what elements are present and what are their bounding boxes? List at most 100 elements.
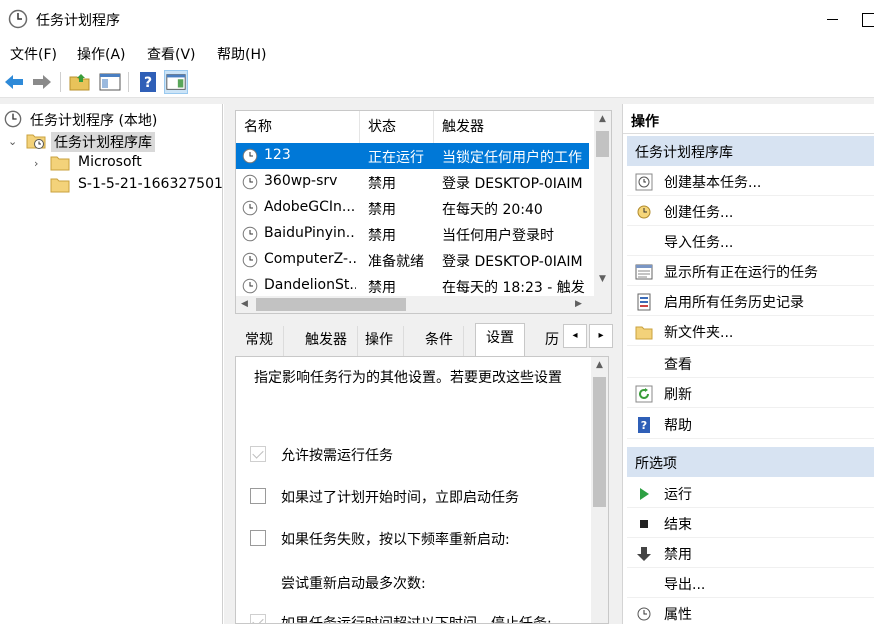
table-row[interactable]: BaiduPinyin... 禁用 当任何用户登录时 — [236, 221, 589, 247]
table-row[interactable]: 123 正在运行 当锁定任何用户的工作 — [236, 143, 589, 169]
action-end[interactable]: 结束 — [627, 508, 874, 538]
clock-app-icon — [8, 9, 28, 29]
minimize-button[interactable] — [818, 0, 848, 39]
section-header-label: 任务计划程序库 — [635, 145, 733, 161]
action-refresh[interactable]: 刷新 — [627, 378, 874, 408]
action-new-folder[interactable]: 新文件夹... — [627, 316, 874, 346]
window-title: 任务计划程序 — [36, 13, 120, 29]
tab-scroll-right-icon[interactable]: ▸ — [589, 324, 613, 348]
tab-actions[interactable]: 操作 — [355, 326, 404, 356]
action-run[interactable]: 运行 — [627, 478, 874, 508]
scrollbar-thumb[interactable] — [593, 377, 606, 507]
task-clock-icon — [242, 278, 258, 294]
tab-scroll-buttons: ◂ ▸ — [563, 324, 615, 350]
vertical-scrollbar[interactable]: ▲ ▼ — [594, 111, 611, 296]
menu-help[interactable]: 帮助(H) — [217, 44, 266, 64]
section-header-library[interactable]: 任务计划程序库 — [627, 136, 874, 166]
action-show-running-tasks[interactable]: 显示所有正在运行的任务 — [627, 256, 874, 286]
section-header-label: 所选项 — [635, 456, 677, 472]
up-folder-icon[interactable] — [68, 70, 92, 94]
show-hide-action-pane-icon[interactable] — [164, 70, 188, 94]
scrollbar-thumb[interactable] — [596, 131, 609, 157]
action-import-task[interactable]: 导入任务... — [627, 226, 874, 256]
tab-settings[interactable]: 设置 — [475, 323, 525, 356]
tab-general[interactable]: 常规 — [235, 326, 284, 356]
settings-tab-content: 指定影响任务行为的其他设置。若要更改这些设置 允许按需运行任务 如果过了计划开始… — [235, 356, 609, 624]
scroll-left-arrow-icon[interactable]: ◀ — [236, 296, 253, 313]
tab-scroll-left-icon[interactable]: ◂ — [563, 324, 587, 348]
tree-item-library[interactable]: ⌄ 任务计划程序库 — [0, 130, 222, 152]
menu-file[interactable]: 文件(F) — [10, 44, 57, 64]
vertical-scrollbar[interactable]: ▲ — [591, 357, 608, 623]
action-label: 创建任务... — [664, 205, 734, 221]
scroll-up-arrow-icon[interactable]: ▲ — [591, 357, 608, 374]
task-name: 123 — [264, 147, 291, 163]
show-hide-console-tree-icon[interactable] — [98, 70, 122, 94]
folder-icon — [50, 156, 70, 171]
tab-triggers[interactable]: 触发器 — [295, 326, 358, 356]
column-header-trigger[interactable]: 触发器 — [434, 111, 589, 143]
checkbox[interactable] — [250, 488, 266, 504]
tree-item-microsoft[interactable]: › Microsoft — [0, 152, 222, 174]
option-label: 尝试重新启动最多次数: — [281, 576, 426, 592]
task-clock-icon — [242, 148, 258, 164]
action-disable[interactable]: 禁用 — [627, 538, 874, 568]
option-label: 允许按需运行任务 — [281, 448, 393, 464]
clock-icon — [4, 110, 22, 128]
folder-icon — [50, 178, 70, 193]
column-header-name[interactable]: 名称 — [236, 111, 360, 143]
menu-view[interactable]: 查看(V) — [147, 44, 196, 64]
task-properties-pane: 常规 触发器 操作 条件 设置 历 ◂ ▸ 指定影响任务行为的其他设置。若要更改… — [229, 322, 617, 624]
menu-action[interactable]: 操作(A) — [77, 44, 126, 64]
action-create-task[interactable]: 创建任务... — [627, 196, 874, 226]
chevron-right-icon[interactable]: › — [34, 157, 38, 170]
action-help[interactable]: ? 帮助 — [627, 409, 874, 439]
forward-arrow-icon[interactable] — [30, 70, 54, 94]
tree-item-microsoft-label: Microsoft — [78, 154, 142, 170]
section-header-selected-item[interactable]: 所选项 — [627, 447, 874, 477]
settings-description: 指定影响任务行为的其他设置。若要更改这些设置 — [254, 370, 562, 386]
tree-item-root[interactable]: 任务计划程序 (本地) — [0, 108, 222, 130]
maximize-button[interactable] — [856, 0, 874, 39]
chevron-down-icon[interactable]: ⌄ — [8, 135, 17, 148]
new-folder-icon — [635, 326, 653, 340]
help-icon[interactable]: ? — [136, 70, 160, 94]
action-enable-history[interactable]: 启用所有任务历史记录 — [627, 286, 874, 316]
table-row[interactable]: ComputerZ-... 准备就绪 登录 DESKTOP-0IAIM — [236, 247, 589, 273]
checkbox[interactable] — [250, 530, 266, 546]
action-export[interactable]: 导出... — [627, 568, 874, 598]
back-arrow-icon[interactable] — [2, 70, 26, 94]
action-view[interactable]: 查看 — [627, 348, 874, 378]
toolbar-separator — [60, 72, 61, 92]
tree-item-sid-folder[interactable]: S-1-5-21-166327501 — [0, 174, 222, 196]
checkbox[interactable] — [250, 614, 266, 623]
scroll-up-arrow-icon[interactable]: ▲ — [594, 111, 611, 128]
splitter[interactable] — [229, 314, 617, 322]
svg-text:?: ? — [641, 419, 647, 432]
action-label: 属性 — [664, 607, 692, 623]
action-properties[interactable]: 属性 — [627, 598, 874, 624]
scrollbar-thumb[interactable] — [256, 298, 406, 311]
basic-task-wizard-icon — [635, 173, 653, 191]
task-status: 禁用 — [368, 280, 396, 296]
checkbox[interactable] — [250, 446, 266, 462]
task-name: DandelionSt... — [264, 277, 356, 293]
task-status: 准备就绪 — [368, 254, 424, 270]
tab-conditions[interactable]: 条件 — [415, 326, 464, 356]
running-tasks-icon — [635, 264, 653, 280]
tree-item-library-label: 任务计划程序库 — [51, 132, 155, 152]
action-label: 导出... — [664, 577, 706, 593]
scroll-right-arrow-icon[interactable]: ▶ — [570, 296, 587, 313]
task-trigger: 登录 DESKTOP-0IAIM — [442, 254, 583, 270]
scroll-down-arrow-icon[interactable]: ▼ — [594, 271, 611, 288]
action-label: 帮助 — [664, 418, 692, 434]
horizontal-scrollbar[interactable]: ◀ ▶ — [236, 296, 611, 313]
column-header-status[interactable]: 状态 — [360, 111, 434, 143]
table-row[interactable]: 360wp-srv 禁用 登录 DESKTOP-0IAIM — [236, 169, 589, 195]
task-name: AdobeGCIn... — [264, 199, 356, 215]
svg-text:?: ? — [144, 75, 152, 91]
actions-pane: 操作 任务计划程序库 创建基本任务... 创建任务... 导入任务... 显示所… — [622, 104, 874, 624]
action-create-basic-task[interactable]: 创建基本任务... — [627, 166, 874, 196]
table-row[interactable]: AdobeGCIn... 禁用 在每天的 20:40 — [236, 195, 589, 221]
toolbar: ? — [0, 68, 874, 98]
